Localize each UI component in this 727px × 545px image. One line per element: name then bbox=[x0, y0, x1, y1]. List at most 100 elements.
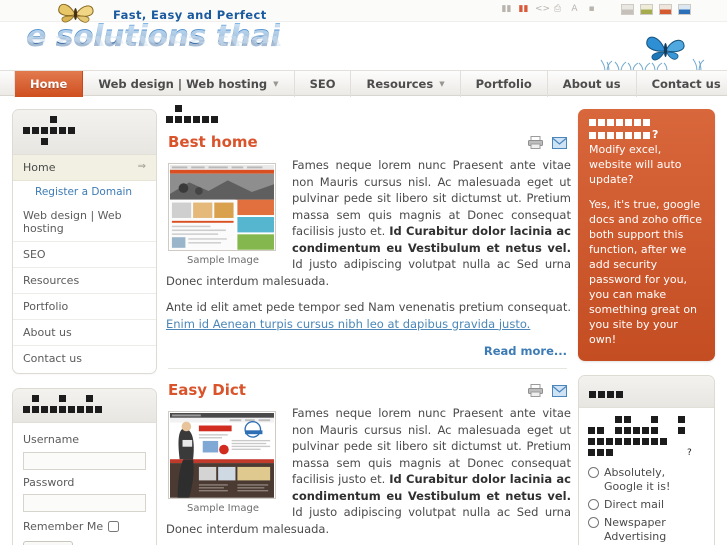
promo-answer: Yes, it's true, google docs and zoho off… bbox=[589, 198, 703, 346]
nav-item-label: Resources bbox=[366, 77, 434, 91]
sidebar-item-home[interactable]: Home ⇒ bbox=[13, 155, 156, 181]
print-icon[interactable] bbox=[528, 136, 543, 149]
email-icon[interactable] bbox=[552, 384, 567, 397]
theme-swatch-blue[interactable] bbox=[678, 4, 691, 15]
sidebar-item-label: Web design | Web hosting bbox=[23, 209, 122, 235]
sidebar-item-label: Home bbox=[23, 161, 56, 174]
nav-item-about-us[interactable]: About us bbox=[548, 71, 637, 97]
thumbnail-caption: Sample Image bbox=[187, 255, 259, 266]
article-thumbnail[interactable]: Sample Image bbox=[168, 163, 278, 266]
font-size-icon[interactable]: A bbox=[569, 4, 580, 15]
main-menu-module: Home ⇒ Register a Domain Web design | Web h… bbox=[12, 109, 157, 374]
poll-option-radio[interactable] bbox=[588, 467, 599, 478]
decrease-font-icon[interactable]: ▮▮ bbox=[501, 4, 512, 15]
increase-font-icon[interactable]: ▮▮ bbox=[518, 4, 529, 15]
article-title[interactable]: Best home bbox=[168, 133, 258, 151]
nav-item-contact-us[interactable]: Contact us▼ bbox=[637, 71, 727, 97]
sidebar-item-label: Portfolio bbox=[23, 300, 69, 313]
default-view-icon[interactable]: ▪ bbox=[586, 4, 597, 15]
poll-option[interactable]: Direct mail bbox=[588, 498, 705, 512]
nav-item-seo[interactable]: SEO bbox=[295, 71, 352, 97]
remember-me-label: Remember Me bbox=[23, 520, 104, 533]
promo-question: Modify excel, website will auto update? bbox=[589, 143, 682, 186]
sidebar-item-resources[interactable]: Resources bbox=[13, 268, 156, 294]
nav-item-label: Web design | Web hosting bbox=[98, 77, 268, 91]
nav-item-label: Portfolio bbox=[475, 77, 532, 91]
article-separator bbox=[168, 368, 567, 369]
sidebar-item-about-us[interactable]: About us bbox=[13, 320, 156, 346]
chevron-down-icon: ▼ bbox=[273, 80, 279, 88]
thumbnail-caption: Sample Image bbox=[187, 503, 259, 514]
nav-item-resources[interactable]: Resources ▼ bbox=[351, 71, 461, 97]
print-page-icon[interactable]: ⎙ bbox=[552, 4, 563, 15]
thumbnail-graphic bbox=[170, 165, 274, 250]
poll-title-glyph bbox=[589, 382, 704, 402]
poll-options-list: Absolutely, Google it is! Direct mail News… bbox=[588, 466, 705, 545]
sidebar-item-label: Contact us bbox=[23, 352, 82, 365]
nav-item-portfolio[interactable]: Portfolio bbox=[461, 71, 548, 97]
main-heading-glyph bbox=[166, 105, 571, 127]
read-more-link[interactable]: Read more... bbox=[166, 342, 571, 366]
sidebar-item-portfolio[interactable]: Portfolio bbox=[13, 294, 156, 320]
nav-item-label: Contact us bbox=[651, 77, 721, 91]
site-header: Fast, Easy and Perfect e solutions thai … bbox=[0, 3, 727, 72]
poll-option[interactable]: Absolutely, Google it is! bbox=[588, 466, 705, 494]
sidebar-item-label: Resources bbox=[23, 274, 80, 287]
poll-option-radio[interactable] bbox=[588, 499, 599, 510]
sidebar-item-label: About us bbox=[23, 326, 72, 339]
menu-title-glyph bbox=[23, 116, 146, 149]
article-header: Easy Dict bbox=[166, 381, 571, 405]
poll-module-header bbox=[579, 376, 714, 408]
nav-item-label: SEO bbox=[309, 77, 336, 91]
article: Easy Dict Sample Image Fames neque lorem … bbox=[166, 381, 571, 545]
theme-swatch-gray[interactable] bbox=[621, 4, 634, 15]
sidebar-item-seo[interactable]: SEO bbox=[13, 242, 156, 268]
page-content: Home ⇒ Register a Domain Web design | Web h… bbox=[0, 97, 727, 545]
email-icon[interactable] bbox=[552, 136, 567, 149]
sidebar-item-register-a-domain[interactable]: Register a Domain bbox=[13, 181, 156, 203]
promo-title-glyph: ? bbox=[589, 119, 704, 142]
sidebar-item-label: Register a Domain bbox=[35, 186, 133, 198]
article-thumbnail[interactable]: Sample Image bbox=[168, 411, 278, 514]
nav-item-label: About us bbox=[562, 77, 621, 91]
sidebar-item-label: SEO bbox=[23, 248, 46, 261]
sidebar-item-web-design-web-hosting[interactable]: Web design | Web hosting bbox=[13, 203, 156, 242]
theme-swatch-orange[interactable] bbox=[659, 4, 672, 15]
login-title-glyph bbox=[23, 395, 146, 417]
theme-swatch-olive[interactable] bbox=[640, 4, 653, 15]
login-button[interactable]: Login bbox=[23, 541, 73, 545]
poll-option-label: Absolutely, Google it is! bbox=[604, 466, 671, 493]
article-inline-link[interactable]: Enim id Aenean turpis cursus nibh leo at… bbox=[166, 317, 530, 331]
sidebar-menu-list: Home ⇒ Register a Domain Web design | Web h… bbox=[13, 155, 156, 373]
remember-me-checkbox[interactable] bbox=[108, 521, 120, 532]
poll-question-glyph: ? bbox=[588, 416, 705, 460]
main-navigation: Home Web design | Web hosting ▼ SEO Resource… bbox=[0, 70, 727, 97]
poll-module: ? Absolutely, Google it is! Direct mail Ne… bbox=[578, 375, 715, 545]
login-module-header bbox=[13, 389, 156, 423]
site-logo[interactable]: Fast, Easy and Perfect e solutions thai … bbox=[18, 3, 358, 70]
arrow-right-icon: ⇒ bbox=[137, 161, 146, 172]
nav-item-label: Home bbox=[30, 77, 68, 91]
article-paragraph-2: Ante id elit amet pede tempor sed Nam ve… bbox=[166, 300, 571, 331]
right-sidebar: ? Modify excel, website will auto update… bbox=[578, 109, 715, 545]
poll-option-radio[interactable] bbox=[588, 517, 599, 528]
main-content: Best home Sample Image Fames neque lorem … bbox=[166, 105, 571, 545]
nav-item-web-design-web-hosting[interactable]: Web design | Web hosting ▼ bbox=[83, 71, 295, 97]
sidebar-item-contact-us[interactable]: Contact us bbox=[13, 346, 156, 371]
poll-option-label: Newspaper Advertising bbox=[604, 516, 667, 543]
login-module: Username Password Remember Me Login Forg… bbox=[12, 388, 157, 545]
article-header: Best home bbox=[166, 133, 571, 157]
poll-option[interactable]: Newspaper Advertising bbox=[588, 516, 705, 544]
print-icon[interactable] bbox=[528, 384, 543, 397]
code-view-icon[interactable]: <> bbox=[535, 4, 550, 15]
username-input[interactable] bbox=[23, 451, 146, 470]
site-brand: e solutions thai bbox=[26, 19, 281, 54]
thumbnail-graphic bbox=[170, 413, 274, 498]
nav-item-home[interactable]: Home bbox=[14, 71, 84, 97]
article-title[interactable]: Easy Dict bbox=[168, 381, 246, 399]
article-list: Best home Sample Image Fames neque lorem … bbox=[166, 133, 571, 545]
main-menu-module-header bbox=[13, 110, 156, 155]
poll-option-label: Direct mail bbox=[604, 498, 665, 511]
password-input[interactable] bbox=[23, 494, 146, 512]
left-sidebar: Home ⇒ Register a Domain Web design | Web h… bbox=[12, 109, 157, 545]
